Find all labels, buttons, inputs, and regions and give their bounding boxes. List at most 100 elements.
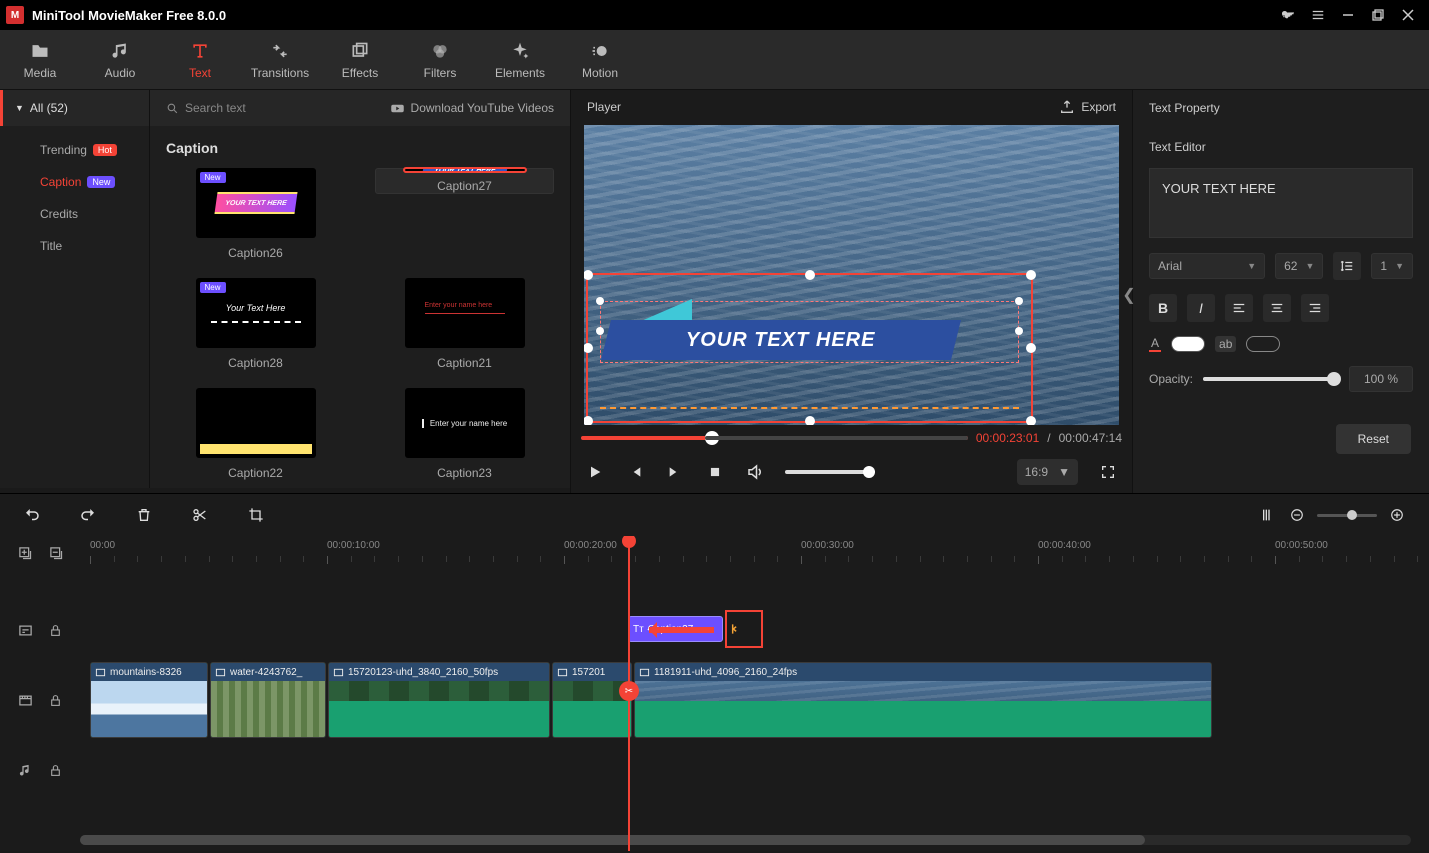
bold-button[interactable]: B (1149, 294, 1177, 322)
ribbon-motion[interactable]: Motion (560, 30, 640, 89)
align-center-button[interactable] (1263, 294, 1291, 322)
font-color-icon[interactable]: A (1149, 336, 1161, 352)
video-clip[interactable]: mountains-8326 (90, 662, 208, 738)
caption-banner[interactable]: YOUR TEXT HERE (601, 320, 961, 360)
text-track-header (0, 600, 80, 660)
download-youtube-link[interactable]: Download YouTube Videos (390, 101, 554, 116)
lock-icon[interactable] (49, 694, 62, 707)
line-height-select[interactable]: 1▼ (1371, 253, 1413, 279)
video-track[interactable]: mountains-8326water-4243762_15720123-uhd… (80, 660, 1429, 740)
time-ruler[interactable]: 00:0000:00:10:0000:00:20:0000:00:30:0000… (80, 536, 1429, 570)
category-sidebar: ▼ All (52) TrendingHot CaptionNew Credit… (0, 90, 150, 488)
caption-thumb-27[interactable]: NewYOUR TEXT HERE Caption27 (375, 168, 554, 194)
video-clip[interactable]: 1181911-uhd_4096_2160_24fps (634, 662, 1212, 738)
highlight-icon[interactable]: ab (1215, 336, 1236, 352)
download-youtube-label: Download YouTube Videos (411, 101, 554, 115)
menu-icon[interactable] (1303, 0, 1333, 30)
player-controls: 16:9 ▼ (571, 450, 1132, 493)
volume-icon[interactable] (745, 462, 765, 482)
license-key-icon[interactable] (1273, 0, 1303, 30)
export-button[interactable]: Export (1059, 99, 1116, 115)
scissors-icon[interactable]: ✂ (619, 681, 639, 701)
delete-button[interactable] (134, 505, 154, 525)
split-button[interactable] (190, 505, 210, 525)
ribbon-media[interactable]: Media (0, 30, 80, 89)
ribbon-text[interactable]: Text (160, 30, 240, 89)
lock-icon[interactable] (49, 764, 62, 777)
category-title[interactable]: Title (0, 230, 149, 262)
fullscreen-button[interactable] (1098, 462, 1118, 482)
search-input[interactable]: Search text (166, 101, 246, 115)
seek-bar[interactable]: 00:00:23:01 / 00:00:47:14 (571, 425, 1132, 450)
remove-track-button[interactable] (49, 546, 64, 561)
maximize-button[interactable] (1363, 0, 1393, 30)
ribbon-elements[interactable]: Elements (480, 30, 560, 89)
shorten-arrow-icon (649, 627, 714, 633)
expand-panel-icon[interactable]: ❮ (1122, 275, 1136, 315)
zoom-slider[interactable] (1317, 514, 1377, 517)
aspect-ratio-select[interactable]: 16:9 ▼ (1017, 459, 1078, 485)
ribbon-effects-label: Effects (342, 66, 378, 80)
caption-thumb-28[interactable]: NewYour Text Here Caption28 (166, 278, 345, 370)
video-clip[interactable]: 157201 (552, 662, 632, 738)
ribbon-audio-label: Audio (105, 66, 136, 80)
caption-thumb-23[interactable]: Enter your name here Caption23 (375, 388, 554, 480)
close-button[interactable] (1393, 0, 1423, 30)
play-button[interactable] (585, 462, 605, 482)
text-track[interactable]: Tᴛ Caption27 (80, 600, 1429, 660)
font-color-swatch[interactable] (1171, 336, 1205, 352)
crop-button[interactable] (246, 505, 266, 525)
caption-thumb-26[interactable]: NewYOUR TEXT HERE Caption26 (166, 168, 345, 260)
font-size-select[interactable]: 62▼ (1275, 253, 1323, 279)
add-track-button[interactable] (18, 546, 33, 561)
ribbon-transitions[interactable]: Transitions (240, 30, 320, 89)
redo-button[interactable] (78, 505, 98, 525)
playhead[interactable]: ✂ (628, 536, 630, 851)
zoom-out-button[interactable] (1287, 505, 1307, 525)
category-label: Title (40, 239, 62, 253)
video-preview: YOUR TEXT HERE (584, 125, 1119, 425)
font-size-value: 62 (1284, 259, 1297, 273)
lock-icon[interactable] (49, 624, 62, 637)
highlight-color-swatch[interactable] (1246, 336, 1280, 352)
next-button[interactable] (665, 462, 685, 482)
opacity-value-box[interactable]: 100 % (1349, 366, 1413, 392)
align-left-button[interactable] (1225, 294, 1253, 322)
thumb-label: Caption21 (437, 356, 492, 370)
category-trending[interactable]: TrendingHot (0, 134, 149, 166)
category-header[interactable]: ▼ All (52) (0, 90, 149, 126)
title-bar: M MiniTool MovieMaker Free 8.0.0 (0, 0, 1429, 30)
minimize-button[interactable] (1333, 0, 1363, 30)
caption-selection-box[interactable]: YOUR TEXT HERE (586, 273, 1033, 423)
align-right-button[interactable] (1301, 294, 1329, 322)
category-caption[interactable]: CaptionNew (0, 166, 149, 198)
opacity-slider[interactable] (1203, 377, 1339, 381)
timeline-scrollbar[interactable] (80, 835, 1411, 845)
player-stage[interactable]: YOUR TEXT HERE ❮ (571, 125, 1132, 425)
ribbon-effects[interactable]: Effects (320, 30, 400, 89)
text-clip[interactable]: Tᴛ Caption27 (628, 616, 723, 642)
video-clip[interactable]: 15720123-uhd_3840_2160_50fps (328, 662, 550, 738)
aspect-ratio-value: 16:9 (1025, 465, 1048, 479)
ribbon-audio[interactable]: Audio (80, 30, 160, 89)
caption-thumb-21[interactable]: Enter your name here Caption21 (375, 278, 554, 370)
ribbon-filters[interactable]: Filters (400, 30, 480, 89)
audio-track[interactable] (80, 740, 1429, 800)
stop-button[interactable] (705, 462, 725, 482)
prev-button[interactable] (625, 462, 645, 482)
volume-slider[interactable] (785, 470, 875, 474)
video-clip[interactable]: water-4243762_ (210, 662, 326, 738)
trim-handle-icon[interactable] (728, 614, 742, 644)
font-select[interactable]: Arial▼ (1149, 253, 1265, 279)
undo-button[interactable] (22, 505, 42, 525)
reset-button[interactable]: Reset (1336, 424, 1411, 454)
zoom-in-button[interactable] (1387, 505, 1407, 525)
auto-fit-button[interactable] (1257, 505, 1277, 525)
timeline-tracks[interactable]: 00:0000:00:10:0000:00:20:0000:00:30:0000… (80, 536, 1429, 851)
text-library-panel: ▼ All (52) TrendingHot CaptionNew Credit… (0, 90, 570, 493)
text-editor[interactable]: YOUR TEXT HERE (1149, 168, 1413, 238)
ribbon: Media Audio Text Transitions Effects Fil… (0, 30, 1429, 90)
category-credits[interactable]: Credits (0, 198, 149, 230)
caption-thumb-22[interactable]: Caption22 (166, 388, 345, 480)
italic-button[interactable]: I (1187, 294, 1215, 322)
